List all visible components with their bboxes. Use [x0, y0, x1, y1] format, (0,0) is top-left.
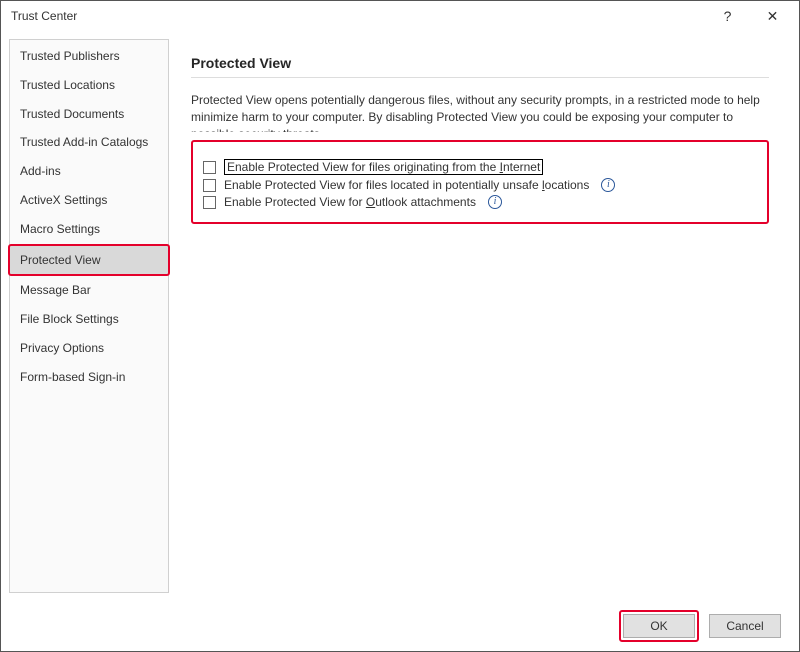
checkbox-label: Enable Protected View for Outlook attach…: [224, 195, 476, 209]
cancel-button[interactable]: Cancel: [709, 614, 781, 638]
checkbox-label: Enable Protected View for files originat…: [224, 159, 543, 175]
info-icon[interactable]: i: [488, 195, 502, 209]
sidebar: Trusted Publishers Trusted Locations Tru…: [9, 39, 169, 593]
sidebar-item-macro-settings[interactable]: Macro Settings: [10, 215, 168, 244]
help-icon: ?: [724, 8, 732, 24]
checkbox[interactable]: [203, 179, 216, 192]
sidebar-item-activex-settings[interactable]: ActiveX Settings: [10, 186, 168, 215]
sidebar-item-privacy-options[interactable]: Privacy Options: [10, 334, 168, 363]
sidebar-item-trusted-publishers[interactable]: Trusted Publishers: [10, 42, 168, 71]
sidebar-item-add-ins[interactable]: Add-ins: [10, 157, 168, 186]
ok-button[interactable]: OK: [623, 614, 695, 638]
protected-view-options-group: Enable Protected View for files originat…: [191, 140, 769, 224]
content-area: Trusted Publishers Trusted Locations Tru…: [1, 31, 799, 601]
sidebar-item-trusted-locations[interactable]: Trusted Locations: [10, 71, 168, 100]
checkbox[interactable]: [203, 161, 216, 174]
checkbox[interactable]: [203, 196, 216, 209]
help-button[interactable]: ?: [705, 2, 750, 30]
window-title: Trust Center: [11, 9, 705, 23]
trust-center-window: Trust Center ? ✕ Trusted Publishers Trus…: [0, 0, 800, 652]
sidebar-item-message-bar[interactable]: Message Bar: [10, 276, 168, 305]
close-icon: ✕: [767, 8, 779, 25]
section-description: Protected View opens potentially dangero…: [191, 92, 769, 132]
main-panel: Protected View Protected View opens pote…: [169, 39, 791, 593]
info-icon[interactable]: i: [601, 178, 615, 192]
sidebar-item-protected-view[interactable]: Protected View: [8, 244, 170, 277]
section-heading: Protected View: [191, 55, 769, 78]
checkbox-row-pv-outlook[interactable]: Enable Protected View for Outlook attach…: [203, 195, 757, 209]
sidebar-item-trusted-documents[interactable]: Trusted Documents: [10, 100, 168, 129]
sidebar-item-file-block-settings[interactable]: File Block Settings: [10, 305, 168, 334]
close-button[interactable]: ✕: [750, 2, 795, 30]
checkbox-row-pv-internet[interactable]: Enable Protected View for files originat…: [203, 159, 757, 175]
checkbox-label: Enable Protected View for files located …: [224, 178, 589, 192]
checkbox-row-pv-unsafe-locations[interactable]: Enable Protected View for files located …: [203, 178, 757, 192]
titlebar: Trust Center ? ✕: [1, 1, 799, 31]
sidebar-item-trusted-addin-catalogs[interactable]: Trusted Add-in Catalogs: [10, 128, 168, 157]
footer: OK Cancel: [1, 601, 799, 651]
sidebar-item-form-based-signin[interactable]: Form-based Sign-in: [10, 363, 168, 392]
